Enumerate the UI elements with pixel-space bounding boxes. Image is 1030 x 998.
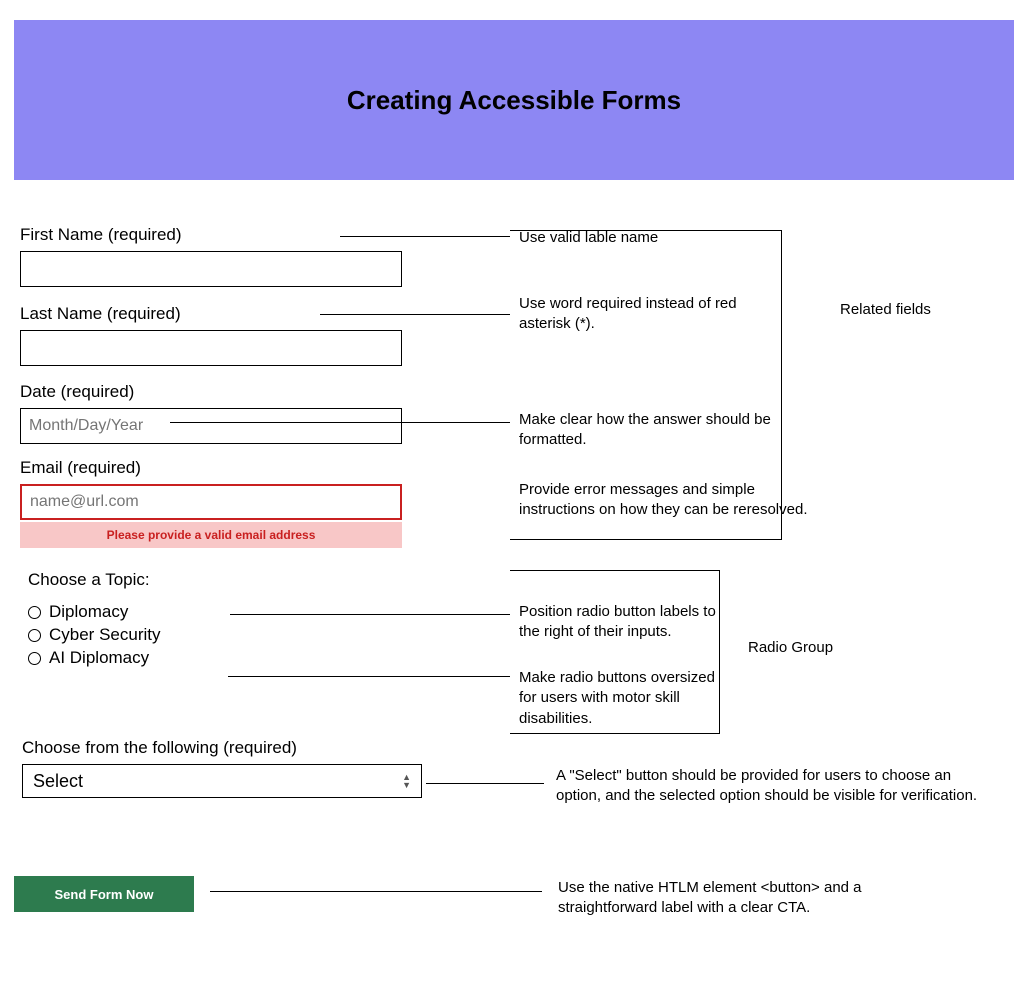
header-banner: Creating Accessible Forms (14, 20, 1014, 180)
page-title: Creating Accessible Forms (347, 85, 681, 116)
select-label: Choose from the following (required) (22, 738, 422, 758)
radio-option-ai-diplomacy[interactable]: AI Diplomacy (28, 648, 160, 668)
radio-label: AI Diplomacy (49, 648, 149, 668)
annotation-error-msg: Provide error messages and simple instru… (519, 480, 819, 521)
radio-option-cyber-security[interactable]: Cyber Security (28, 625, 160, 645)
annotation-button-note: Use the native HTLM element <button> and… (558, 878, 918, 919)
submit-label: Send Form Now (55, 887, 154, 902)
first-name-input[interactable] (20, 251, 402, 287)
annotation-format-clear: Make clear how the answer should be form… (519, 410, 799, 451)
annotation-select-note: A "Select" button should be provided for… (556, 766, 986, 807)
radio-label: Diplomacy (49, 602, 128, 622)
date-label: Date (required) (20, 382, 402, 402)
email-error-message: Please provide a valid email address (20, 522, 402, 548)
annotation-related-fields: Related fields (840, 300, 931, 320)
radio-option-diplomacy[interactable]: Diplomacy (28, 602, 160, 622)
radio-icon (28, 652, 41, 665)
topic-label: Choose a Topic: (28, 570, 160, 590)
first-name-label: First Name (required) (20, 225, 402, 245)
email-input[interactable] (20, 484, 402, 520)
last-name-input[interactable] (20, 330, 402, 366)
annotation-radio-group: Radio Group (748, 638, 833, 658)
radio-icon (28, 629, 41, 642)
select-value: Select (33, 771, 83, 792)
radio-label: Cyber Security (49, 625, 160, 645)
submit-button[interactable]: Send Form Now (14, 876, 194, 912)
radio-icon (28, 606, 41, 619)
select-dropdown[interactable]: Select ▲▼ (22, 764, 422, 798)
date-input[interactable] (20, 408, 402, 444)
email-label: Email (required) (20, 458, 402, 478)
updown-icon: ▲▼ (402, 773, 411, 789)
